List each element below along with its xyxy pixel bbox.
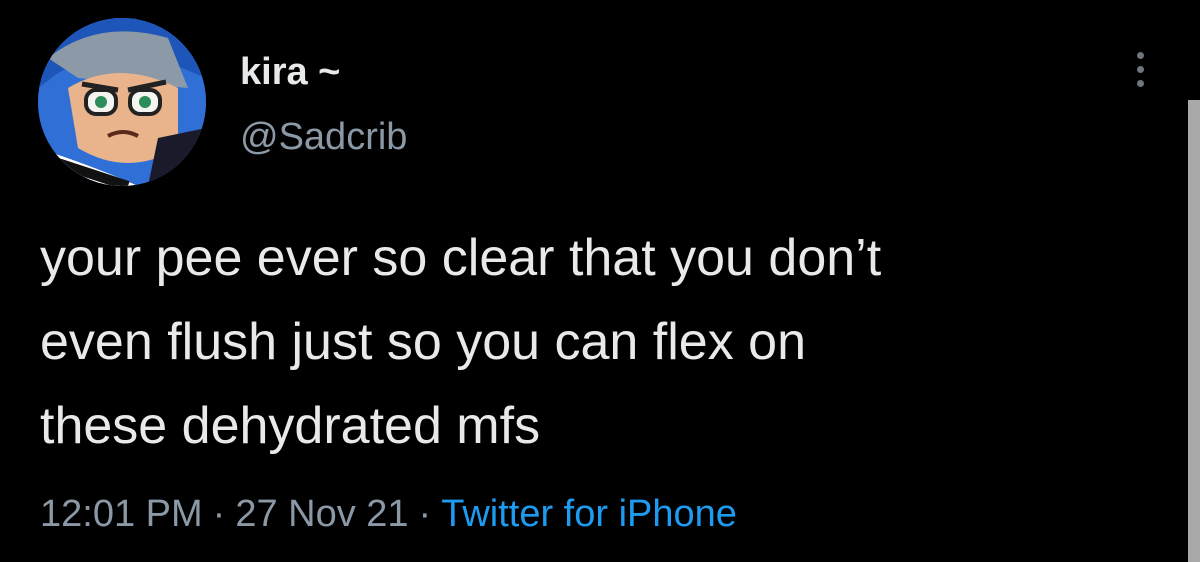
meta-separator: · <box>418 493 432 535</box>
tweet-text-line: even flush just so you can flex on <box>40 313 807 371</box>
more-dot <box>1136 51 1144 59</box>
more-options-icon[interactable] <box>1122 44 1158 94</box>
tweet-date[interactable]: 27 Nov 21 <box>235 493 408 535</box>
more-dot <box>1136 65 1144 73</box>
avatar[interactable] <box>38 18 206 186</box>
display-name[interactable]: kira ~ <box>240 50 340 94</box>
cartoon-avatar-icon <box>38 18 206 186</box>
scrollbar[interactable] <box>1188 100 1200 562</box>
tweet-text-line: these dehydrated mfs <box>40 397 541 455</box>
tweet: kira ~ @Sadcrib your pee ever so clear t… <box>0 0 1200 562</box>
more-dot <box>1136 79 1144 87</box>
tweet-text: your pee ever so clear that you don’t ev… <box>40 216 1170 468</box>
tweet-source-link[interactable]: Twitter for iPhone <box>441 493 737 535</box>
tweet-time[interactable]: 12:01 PM <box>40 493 203 535</box>
user-handle[interactable]: @Sadcrib <box>240 115 407 159</box>
meta-separator: · <box>212 493 226 535</box>
tweet-meta: 12:01 PM · 27 Nov 21 · Twitter for iPhone <box>40 490 737 538</box>
tweet-text-line: your pee ever so clear that you don’t <box>40 229 882 287</box>
